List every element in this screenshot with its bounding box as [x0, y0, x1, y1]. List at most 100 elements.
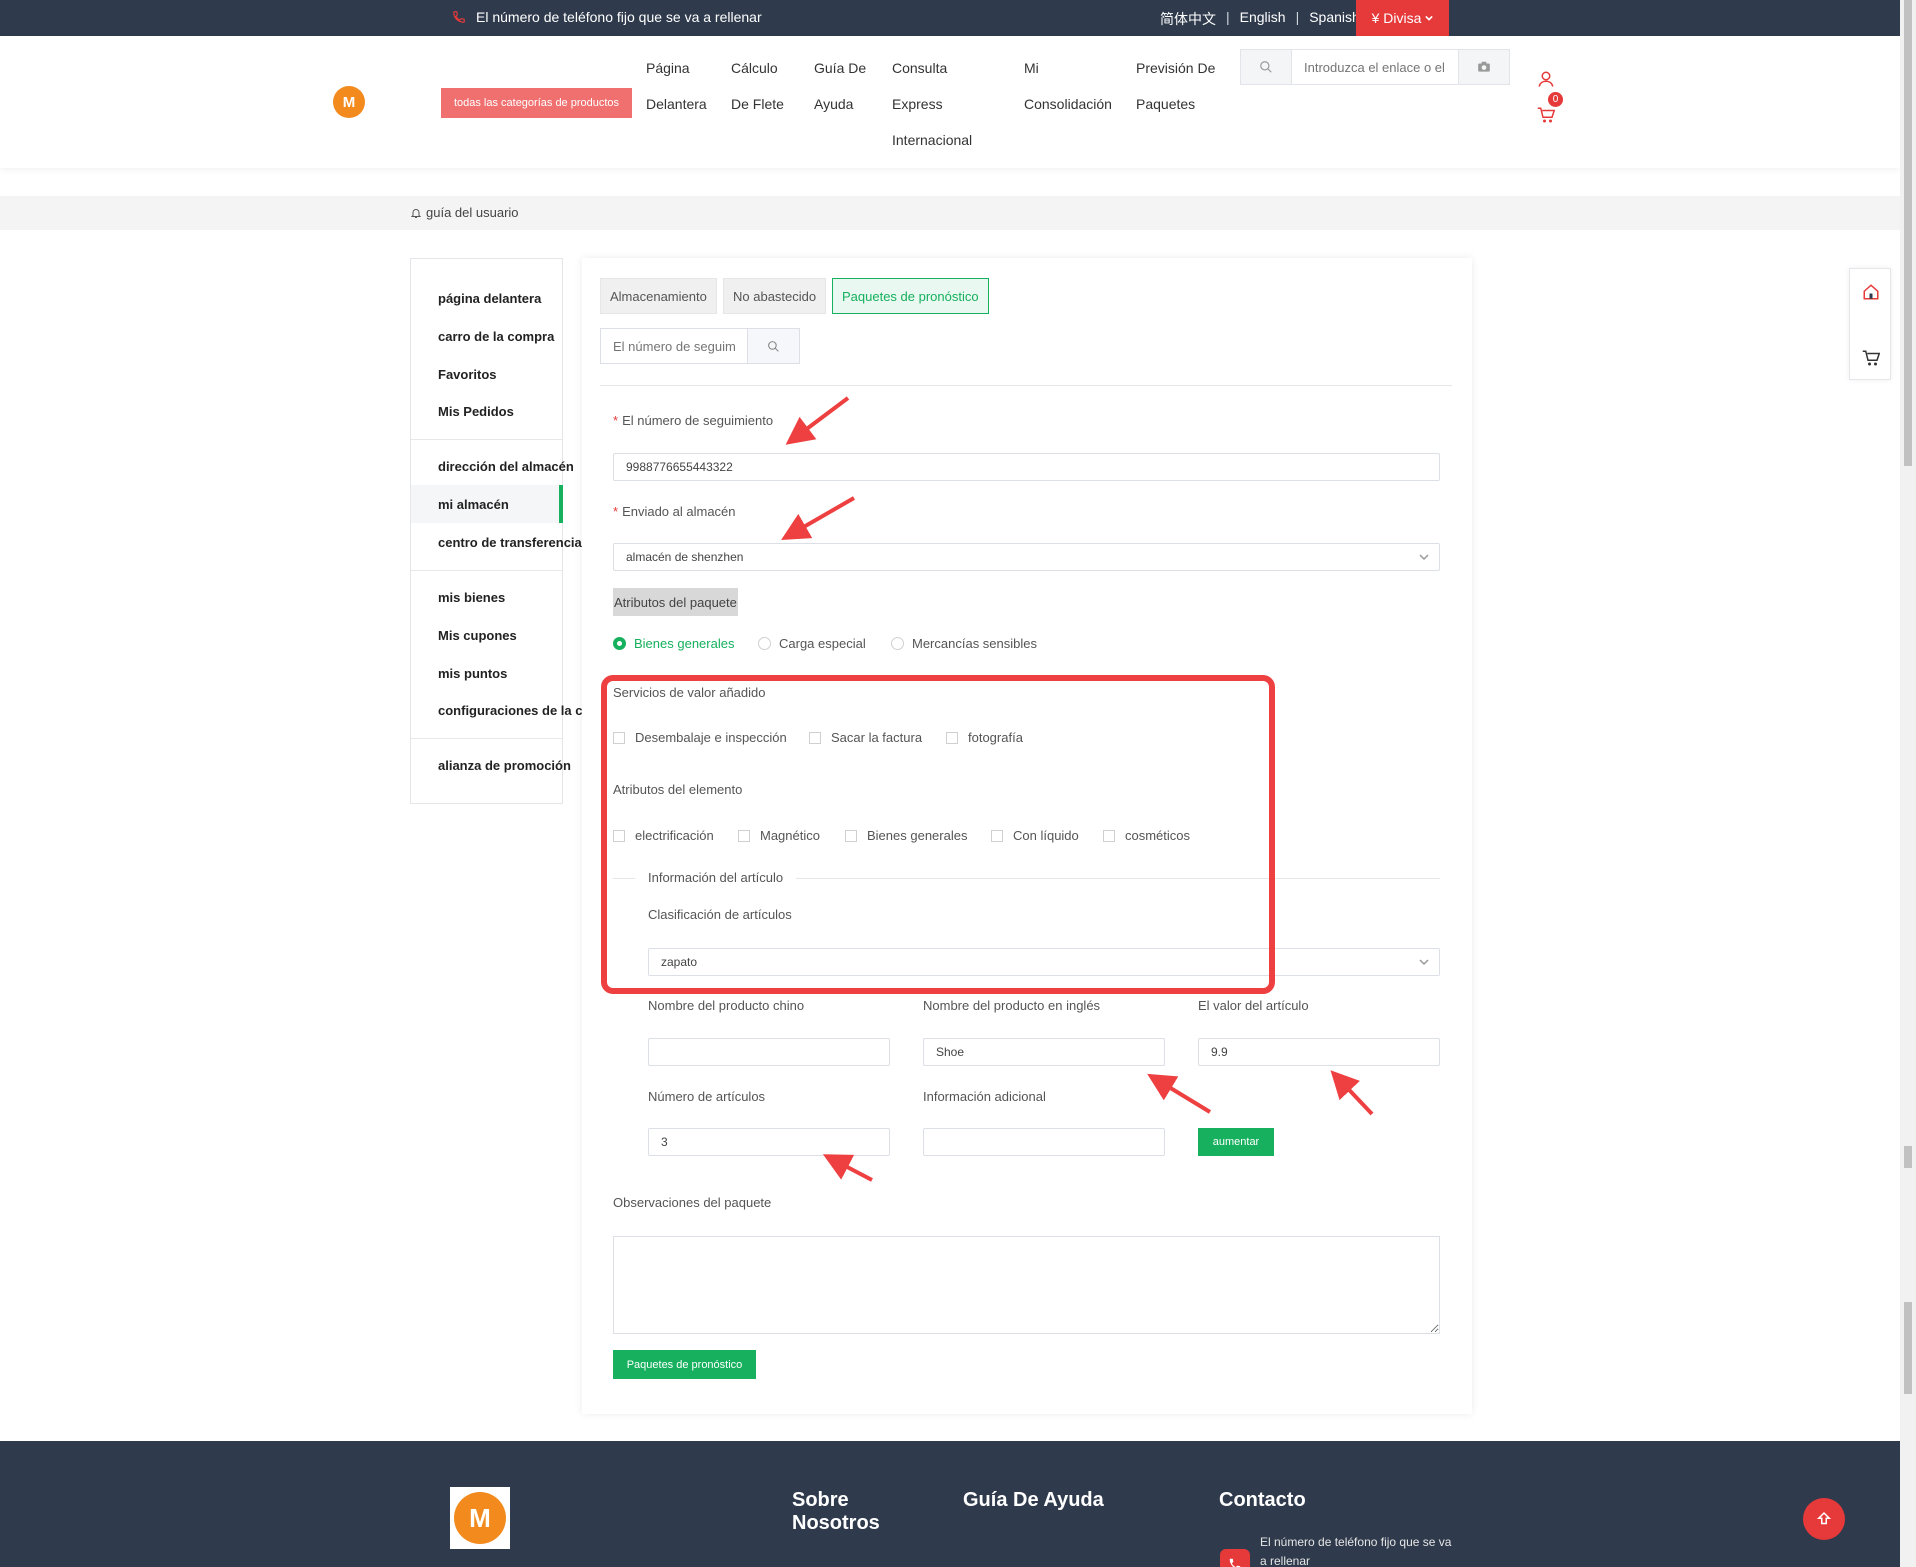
checkbox-invoice-label: Sacar la factura — [831, 730, 923, 745]
lang-es-link[interactable]: Spanish — [1309, 9, 1360, 29]
forecast-panel: Almacenamiento No abastecido Paquetes de… — [582, 258, 1472, 1414]
scrollbar-marker — [1904, 1146, 1912, 1168]
footer-about-heading: Sobre Nosotros — [792, 1489, 880, 1534]
lang-zh-link[interactable]: 简体中文 — [1160, 9, 1216, 29]
tracking-number-label-text: El número de seguimiento — [622, 413, 774, 428]
radio-general-goods[interactable]: Bienes generales — [613, 636, 734, 651]
warehouse-select-value: almacén de shenzhen — [626, 550, 744, 564]
cart-icon[interactable] — [1862, 349, 1880, 367]
chevron-down-icon — [1425, 15, 1434, 21]
user-guide-bar: guía del usuario — [0, 196, 1900, 230]
radio-checked — [613, 637, 626, 650]
lang-separator: | — [1295, 9, 1300, 25]
footer-help-heading: Guía De Ayuda — [963, 1489, 1104, 1511]
cn-name-input[interactable] — [648, 1038, 890, 1066]
image-search-button[interactable] — [1458, 50, 1509, 84]
checkbox-box — [946, 731, 958, 744]
checkbox-cosmetics[interactable]: cosméticos — [1103, 828, 1190, 843]
bell-icon — [410, 208, 422, 218]
scrollbar-thumb[interactable] — [1904, 0, 1912, 466]
cart-icon[interactable] — [1537, 106, 1555, 124]
item-value-input[interactable]: 9.9 — [1198, 1038, 1440, 1066]
value-added-label: Servicios de valor añadido — [613, 685, 766, 700]
nav-consolidation-line2: Consolidación — [1024, 96, 1112, 112]
checkbox-general-goods-label: Bienes generales — [867, 828, 968, 843]
back-to-top-button[interactable] — [1803, 1498, 1845, 1540]
page-scrollbar[interactable] — [1900, 0, 1916, 1567]
required-mark: * — [613, 413, 619, 428]
checkbox-magnetic[interactable]: Magnético — [738, 828, 820, 843]
checkbox-general-goods[interactable]: Bienes generales — [845, 828, 967, 843]
user-guide-link[interactable]: guía del usuario — [410, 205, 519, 220]
nav-express-query[interactable]: Consulta Express Internacional — [892, 50, 972, 158]
sidebar-item-my-goods[interactable]: mis bienes — [438, 590, 505, 605]
nav-consolidation-line1: Mi — [1024, 60, 1039, 76]
tracking-search-input[interactable] — [601, 329, 747, 363]
all-categories-button[interactable]: todas las categorías de productos — [441, 88, 632, 118]
user-icon[interactable] — [1537, 70, 1555, 88]
checkbox-liquid[interactable]: Con líquido — [991, 828, 1079, 843]
sidebar-item-cart[interactable]: carro de la compra — [438, 329, 554, 344]
nav-home-line1: Página — [646, 60, 690, 76]
lang-en-link[interactable]: English — [1240, 9, 1286, 29]
site-header: M todas las categorías de productos Pági… — [0, 36, 1900, 168]
extra-info-input[interactable] — [923, 1128, 1165, 1156]
sidebar-item-favorites[interactable]: Favoritos — [438, 367, 497, 382]
item-value-label: El valor del artículo — [1198, 998, 1309, 1013]
submit-forecast-button[interactable]: Paquetes de pronóstico — [613, 1350, 756, 1379]
search-button[interactable] — [1241, 50, 1292, 84]
nav-forecast-line1: Previsión De — [1136, 60, 1216, 76]
topbar-phone-text: El número de teléfono fijo que se va a r… — [476, 9, 762, 25]
currency-dropdown[interactable]: ¥ Divisa — [1356, 0, 1449, 36]
site-logo[interactable]: M — [333, 86, 365, 118]
sidebar-item-warehouse-address[interactable]: dirección del almacén — [438, 459, 574, 474]
item-count-input[interactable]: 3 — [648, 1128, 890, 1156]
header-search-input[interactable] — [1292, 50, 1458, 84]
checkbox-invoice[interactable]: Sacar la factura — [809, 730, 922, 745]
sidebar-item-orders[interactable]: Mis Pedidos — [438, 404, 514, 419]
checkbox-photo[interactable]: fotografía — [946, 730, 1023, 745]
sidebar-item-home[interactable]: página delantera — [438, 291, 541, 306]
classification-select[interactable]: zapato — [648, 948, 1440, 976]
footer-logo[interactable]: M — [450, 1487, 510, 1549]
tab-storage[interactable]: Almacenamiento — [600, 278, 717, 314]
nav-home[interactable]: Página Delantera — [646, 50, 707, 122]
radio-sensitive-goods[interactable]: Mercancías sensibles — [891, 636, 1037, 651]
legend-line — [796, 878, 1440, 879]
element-attributes-label: Atributos del elemento — [613, 782, 743, 797]
nav-help-guide[interactable]: Guía De Ayuda — [814, 50, 866, 122]
checkbox-box — [991, 829, 1003, 842]
sidebar-item-coupons[interactable]: Mis cupones — [438, 628, 517, 643]
tab-package-forecast[interactable]: Paquetes de pronóstico — [832, 278, 989, 314]
nav-freight-line1: Cálculo — [731, 60, 778, 76]
topbar-phone: El número de teléfono fijo que se va a r… — [452, 9, 762, 25]
add-item-button[interactable]: aumentar — [1198, 1128, 1274, 1156]
sidebar-item-promotion[interactable]: alianza de promoción — [438, 758, 571, 773]
checkbox-unpack-inspect[interactable]: Desembalaje e inspección — [613, 730, 787, 745]
cn-name-label: Nombre del producto chino — [648, 998, 805, 1013]
en-name-input[interactable]: Shoe — [923, 1038, 1165, 1066]
item-info-legend: Información del artículo — [648, 870, 784, 885]
nav-forecast-line2: Paquetes — [1136, 96, 1196, 112]
checkbox-box — [809, 731, 821, 744]
sidebar-item-points[interactable]: mis puntos — [438, 666, 507, 681]
tracking-search-button[interactable] — [747, 329, 799, 363]
warehouse-select[interactable]: almacén de shenzhen — [613, 543, 1440, 571]
checkbox-electrification-label: electrificación — [635, 828, 714, 843]
header-search — [1240, 49, 1510, 85]
nav-consolidation[interactable]: Mi Consolidación — [1024, 50, 1112, 122]
nav-package-forecast[interactable]: Previsión De Paquetes — [1136, 50, 1215, 122]
radio-special-cargo[interactable]: Carga especial — [758, 636, 866, 651]
checkbox-electrification[interactable]: electrificación — [613, 828, 714, 843]
nav-freight-line2: De Flete — [731, 96, 784, 112]
sidebar-item-transfer-center[interactable]: centro de transferencia — [438, 535, 582, 550]
phone-icon — [453, 11, 465, 23]
sidebar-item-my-warehouse[interactable]: mi almacén — [438, 497, 509, 512]
tracking-number-label: * El número de seguimiento — [613, 413, 773, 428]
remarks-textarea[interactable] — [613, 1236, 1440, 1334]
home-icon[interactable] — [1862, 283, 1880, 301]
nav-freight-calc[interactable]: Cálculo De Flete — [731, 50, 784, 122]
tab-not-stocked[interactable]: No abastecido — [723, 278, 827, 314]
tracking-search — [600, 328, 800, 364]
tracking-number-input[interactable]: 9988776655443322 — [613, 453, 1440, 481]
